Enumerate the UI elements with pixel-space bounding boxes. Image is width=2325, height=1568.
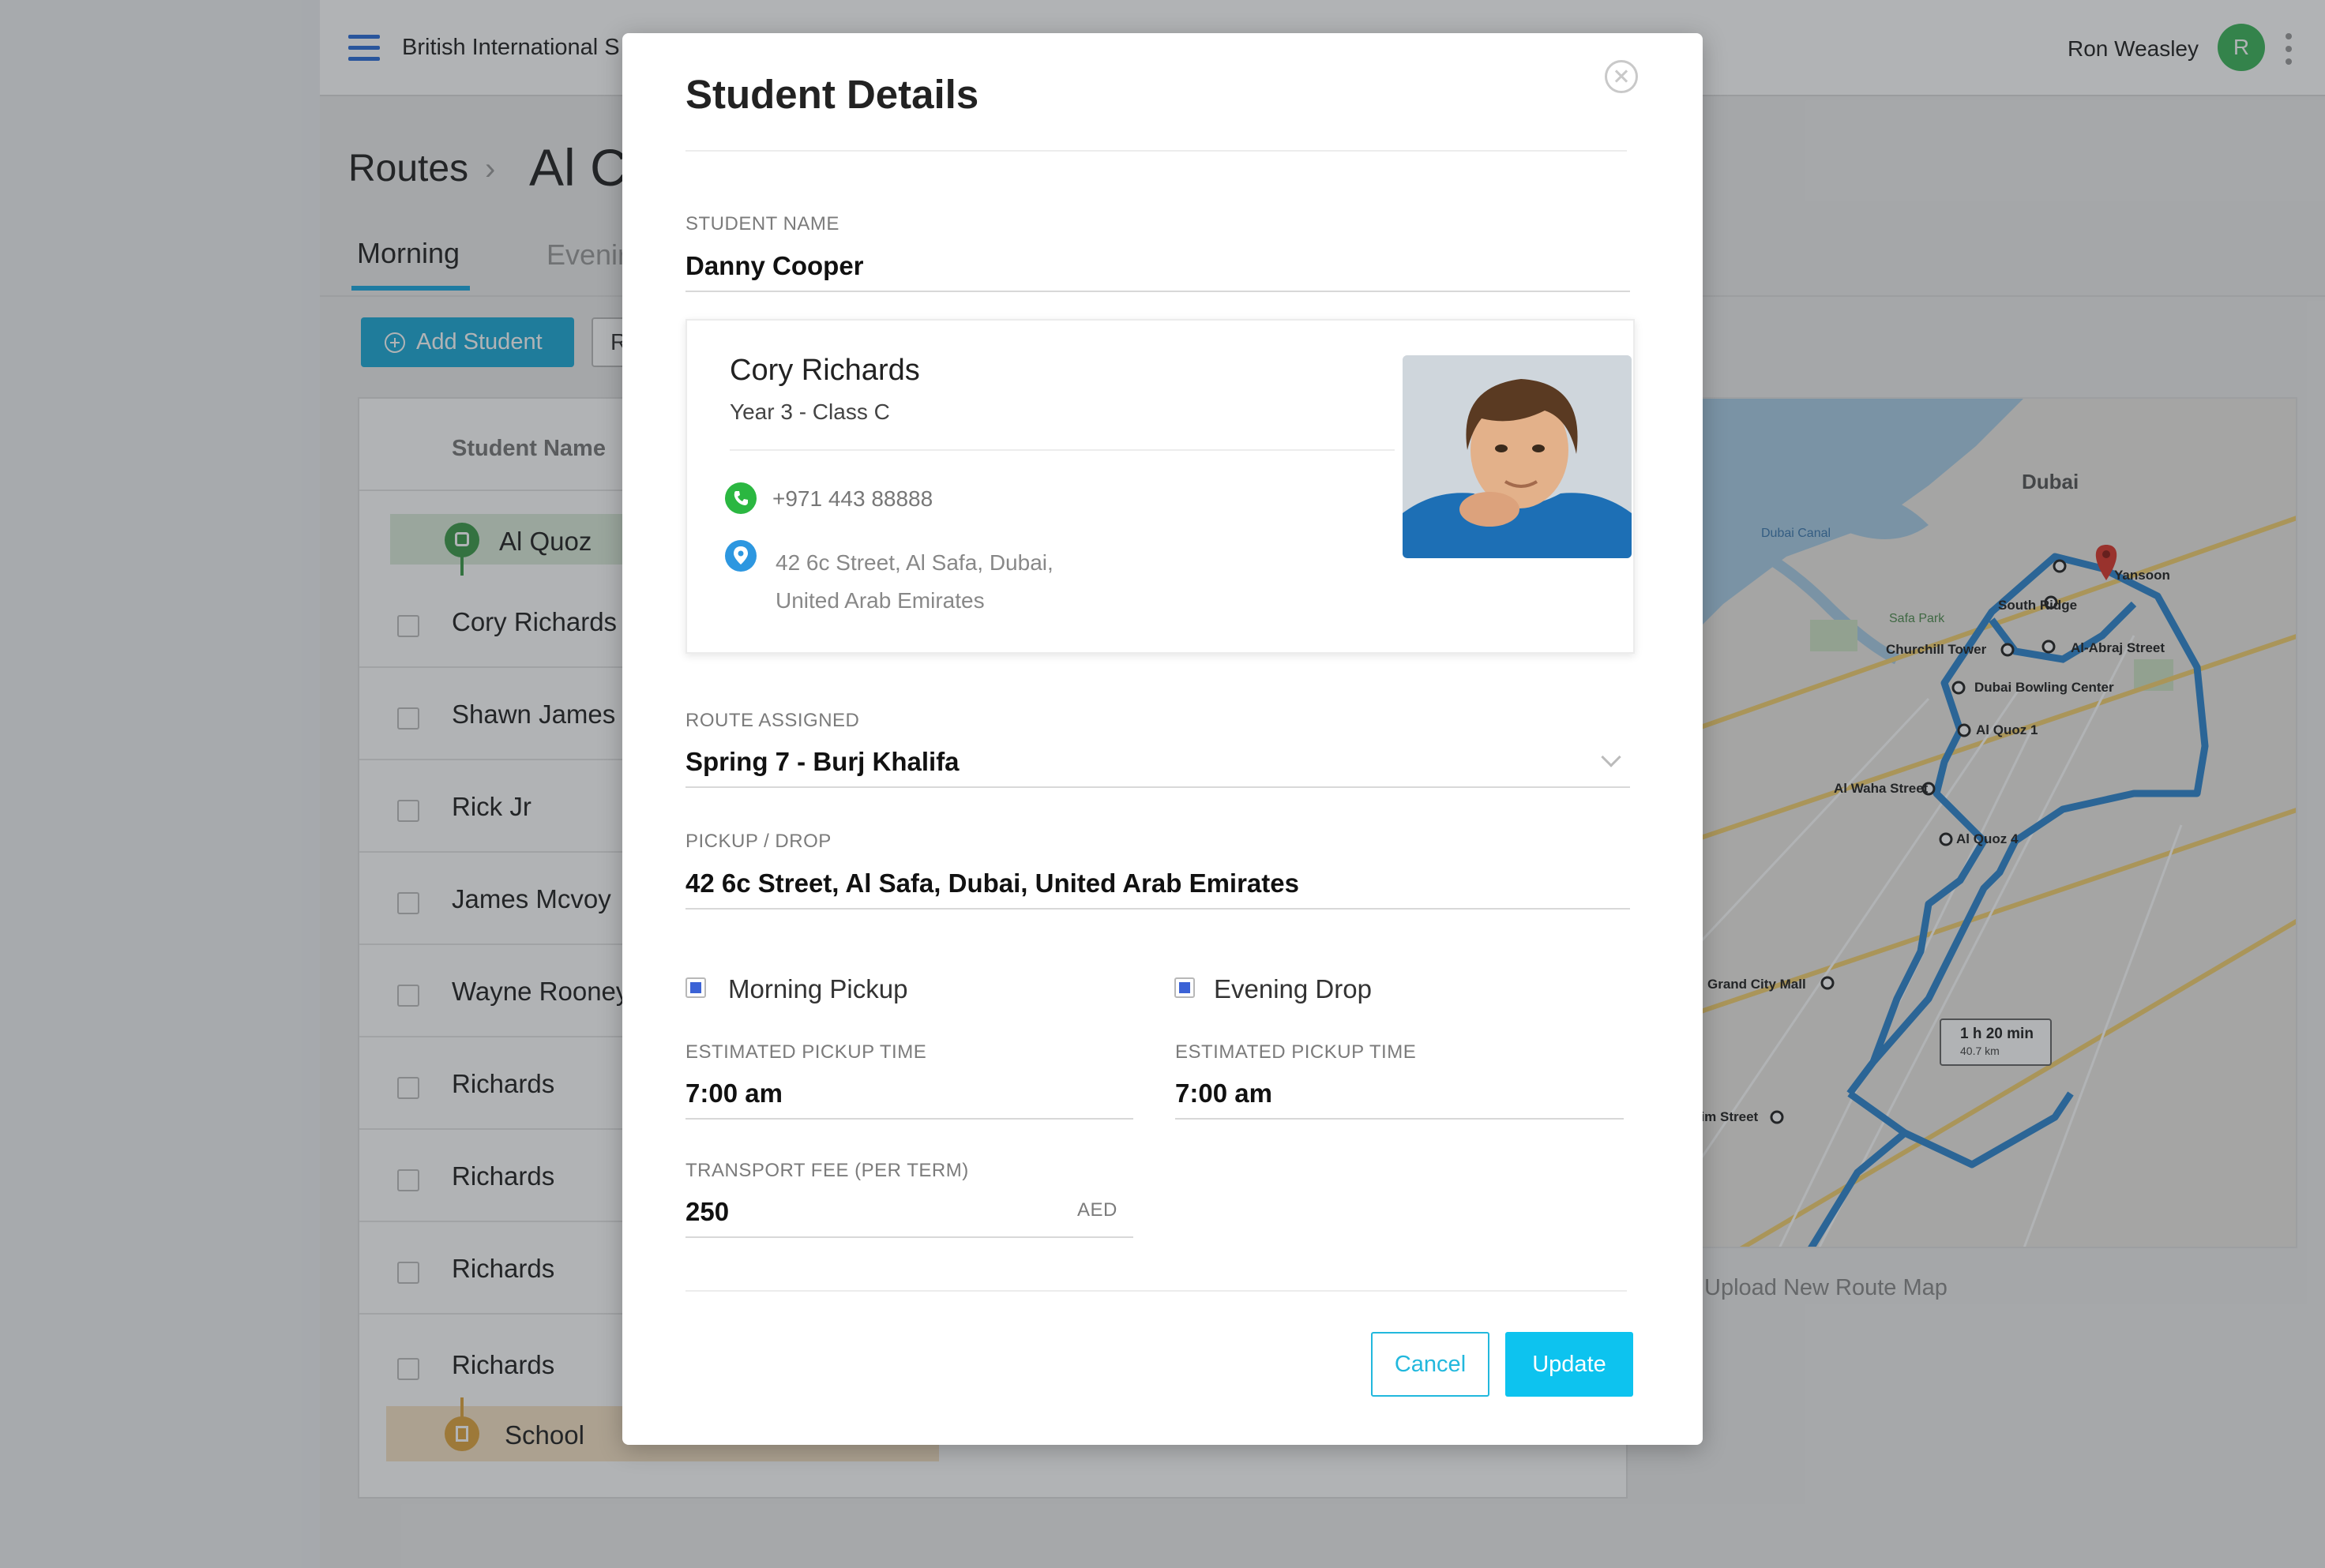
student-name-field[interactable]: Danny Cooper xyxy=(685,251,864,281)
cancel-button[interactable]: Cancel xyxy=(1371,1332,1489,1397)
close-icon[interactable] xyxy=(1605,60,1638,93)
transport-fee-field[interactable]: 250 xyxy=(685,1197,729,1227)
location-pin-icon xyxy=(725,540,757,572)
route-assigned-select[interactable]: Spring 7 - Burj Khalifa xyxy=(685,747,960,777)
student-profile-card: Cory Richards Year 3 - Class C +971 443 … xyxy=(685,319,1635,654)
modal-title: Student Details xyxy=(685,72,979,117)
pickup-drop-label: PICKUP / DROP xyxy=(685,831,832,852)
profile-phone[interactable]: +971 443 88888 xyxy=(772,486,933,512)
field-underline xyxy=(685,1236,1133,1238)
evening-time-field[interactable]: 7:00 am xyxy=(1175,1078,1272,1108)
student-details-modal: Student Details STUDENT NAME Danny Coope… xyxy=(622,33,1703,1445)
chevron-down-icon[interactable] xyxy=(1601,747,1621,767)
profile-address: 42 6c Street, Al Safa, Dubai, United Ara… xyxy=(776,544,1107,620)
route-assigned-label: ROUTE ASSIGNED xyxy=(685,710,860,731)
morning-pickup-label[interactable]: Morning Pickup xyxy=(728,974,907,1004)
pickup-drop-field[interactable]: 42 6c Street, Al Safa, Dubai, United Ara… xyxy=(685,868,1299,898)
evening-time-label: ESTIMATED PICKUP TIME xyxy=(1175,1041,1417,1063)
field-underline xyxy=(685,908,1630,910)
profile-class: Year 3 - Class C xyxy=(730,400,890,424)
morning-time-label: ESTIMATED PICKUP TIME xyxy=(685,1041,927,1063)
title-divider xyxy=(685,150,1627,152)
evening-drop-label[interactable]: Evening Drop xyxy=(1214,974,1372,1004)
morning-time-field[interactable]: 7:00 am xyxy=(685,1078,783,1108)
field-underline xyxy=(685,291,1630,292)
field-underline xyxy=(685,1118,1133,1120)
student-name-label: STUDENT NAME xyxy=(685,213,839,234)
field-underline xyxy=(685,786,1630,788)
profile-divider xyxy=(730,449,1395,451)
profile-name: Cory Richards xyxy=(730,354,920,387)
update-button[interactable]: Update xyxy=(1505,1332,1633,1397)
address-line-1: 42 6c Street, Al Safa, Dubai, xyxy=(776,550,1054,575)
evening-drop-checkbox[interactable] xyxy=(1174,977,1195,998)
address-line-2: United Arab Emirates xyxy=(776,588,985,613)
fee-currency: AED xyxy=(1077,1199,1117,1221)
morning-pickup-checkbox[interactable] xyxy=(685,977,706,998)
footer-divider xyxy=(685,1290,1627,1292)
student-photo xyxy=(1403,355,1632,558)
field-underline xyxy=(1175,1118,1624,1120)
transport-fee-label: TRANSPORT FEE (PER TERM) xyxy=(685,1160,969,1181)
whatsapp-phone-icon xyxy=(725,482,757,514)
